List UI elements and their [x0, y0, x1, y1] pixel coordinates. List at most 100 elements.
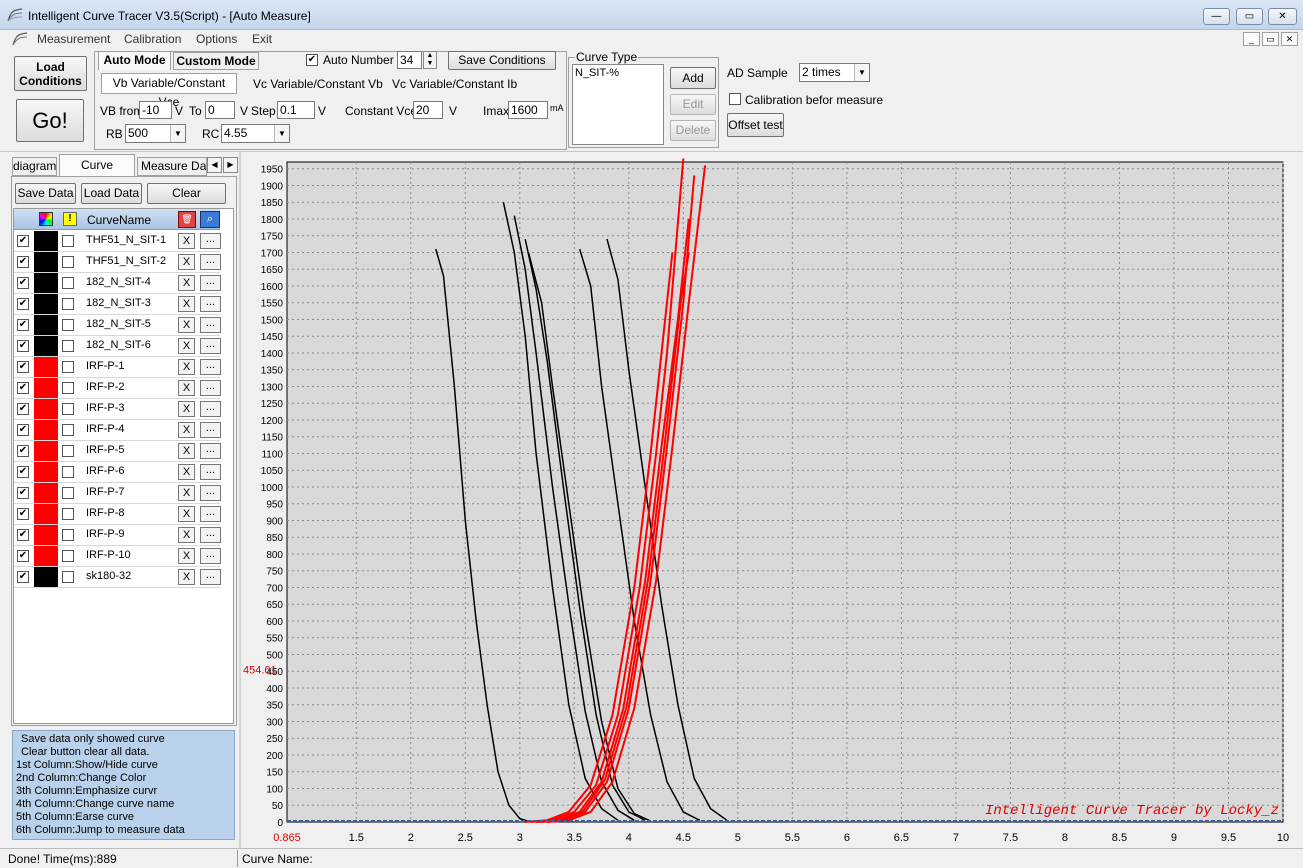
auto-number-input[interactable]: 34 — [397, 51, 422, 69]
add-curve-type-button[interactable]: Add — [670, 67, 716, 89]
curve-name[interactable]: IRF-P-8 — [86, 507, 125, 519]
curve-name[interactable]: IRF-P-7 — [86, 486, 125, 498]
table-row[interactable]: ✔ 182_N_SIT-5 X... — [14, 315, 221, 336]
emphasize-checkbox[interactable] — [62, 466, 74, 478]
tab-vc-variable-ib[interactable]: Vc Variable/Constant Ib — [392, 77, 517, 91]
erase-curve-button[interactable]: X — [178, 506, 195, 522]
show-curve-checkbox[interactable]: ✔ — [17, 487, 29, 499]
jump-to-data-button[interactable]: ... — [200, 317, 221, 333]
imax-input[interactable]: 1600 — [508, 101, 548, 119]
emphasize-checkbox[interactable] — [62, 424, 74, 436]
emphasize-checkbox[interactable] — [62, 445, 74, 457]
erase-curve-button[interactable]: X — [178, 380, 195, 396]
table-row[interactable]: ✔ IRF-P-1 X... — [14, 357, 221, 378]
jump-to-data-button[interactable]: ... — [200, 506, 221, 522]
menu-exit[interactable]: Exit — [252, 32, 272, 46]
erase-curve-button[interactable]: X — [178, 296, 195, 312]
curve-color-swatch[interactable] — [34, 336, 58, 356]
save-conditions-button[interactable]: Save Conditions — [448, 51, 556, 70]
emphasize-checkbox[interactable] — [62, 571, 74, 583]
close-button[interactable]: ✕ — [1268, 8, 1297, 25]
show-curve-checkbox[interactable]: ✔ — [17, 340, 29, 352]
table-row[interactable]: ✔ IRF-P-5 X... — [14, 441, 221, 462]
curve-type-list[interactable]: N_SIT-% — [572, 64, 664, 145]
jump-to-data-button[interactable]: ... — [200, 485, 221, 501]
show-curve-checkbox[interactable]: ✔ — [17, 361, 29, 373]
curve-name[interactable]: IRF-P-5 — [86, 444, 125, 456]
to-input[interactable]: 0 — [205, 101, 235, 119]
show-curve-checkbox[interactable]: ✔ — [17, 235, 29, 247]
curve-color-swatch[interactable] — [34, 252, 58, 272]
emphasize-checkbox[interactable] — [62, 235, 74, 247]
show-curve-checkbox[interactable]: ✔ — [17, 508, 29, 520]
jump-to-data-button[interactable]: ... — [200, 464, 221, 480]
emphasize-checkbox[interactable] — [62, 256, 74, 268]
jump-to-data-button[interactable]: ... — [200, 443, 221, 459]
show-curve-checkbox[interactable]: ✔ — [17, 403, 29, 415]
tab-vb-variable[interactable]: Vb Variable/Constant Vce — [101, 73, 237, 109]
maximize-button[interactable]: ▭ — [1236, 8, 1263, 25]
auto-number-checkbox[interactable]: ✔ — [306, 54, 318, 66]
curve-color-swatch[interactable] — [34, 294, 58, 314]
tab-diagram[interactable]: diagram — [12, 157, 57, 176]
show-curve-checkbox[interactable]: ✔ — [17, 277, 29, 289]
table-row[interactable]: ✔ THF51_N_SIT-2 X... — [14, 252, 221, 273]
curve-name[interactable]: 182_N_SIT-3 — [86, 297, 151, 309]
erase-curve-button[interactable]: X — [178, 443, 195, 459]
calibration-checkbox[interactable] — [729, 93, 741, 105]
tab-scroll-right-icon[interactable]: ▶ — [223, 157, 238, 173]
curve-color-swatch[interactable] — [34, 567, 58, 587]
curve-name[interactable]: THF51_N_SIT-1 — [86, 234, 166, 246]
edit-curve-type-button[interactable]: Edit — [670, 94, 716, 115]
curve-color-swatch[interactable] — [34, 483, 58, 503]
menu-options[interactable]: Options — [196, 32, 237, 46]
erase-curve-button[interactable]: X — [178, 254, 195, 270]
curve-name[interactable]: 182_N_SIT-6 — [86, 339, 151, 351]
curve-color-swatch[interactable] — [34, 546, 58, 566]
show-curve-checkbox[interactable]: ✔ — [17, 466, 29, 478]
menu-measurement[interactable]: Measurement — [37, 32, 110, 46]
jump-to-data-button[interactable]: ... — [200, 275, 221, 291]
table-row[interactable]: ✔ IRF-P-4 X... — [14, 420, 221, 441]
rc-select[interactable]: 4.55 ▼ — [221, 124, 290, 143]
erase-curve-button[interactable]: X — [178, 275, 195, 291]
erase-curve-button[interactable]: X — [178, 548, 195, 564]
emphasize-checkbox[interactable] — [62, 340, 74, 352]
emphasize-checkbox[interactable] — [62, 529, 74, 541]
curve-color-swatch[interactable] — [34, 399, 58, 419]
table-row[interactable]: ✔ THF51_N_SIT-1 X... — [14, 231, 221, 252]
tab-custom-mode[interactable]: Custom Mode — [173, 52, 259, 70]
show-curve-checkbox[interactable]: ✔ — [17, 424, 29, 436]
curve-color-swatch[interactable] — [34, 462, 58, 482]
go-button[interactable]: Go! — [16, 99, 84, 142]
table-row[interactable]: ✔ 182_N_SIT-4 X... — [14, 273, 221, 294]
delete-curve-type-button[interactable]: Delete — [670, 120, 716, 141]
show-curve-checkbox[interactable]: ✔ — [17, 256, 29, 268]
tab-measure-data[interactable]: Measure Data — [137, 157, 207, 176]
jump-to-data-button[interactable]: ... — [200, 422, 221, 438]
tab-scroll-left-icon[interactable]: ◀ — [207, 157, 222, 173]
table-row[interactable]: ✔ sk180-32 X... — [14, 567, 221, 588]
erase-curve-button[interactable]: X — [178, 359, 195, 375]
constant-vce-input[interactable]: 20 — [413, 101, 443, 119]
erase-curve-button[interactable]: X — [178, 233, 195, 249]
curve-color-swatch[interactable] — [34, 273, 58, 293]
app-menu-icon[interactable] — [12, 32, 28, 46]
emphasize-checkbox[interactable] — [62, 487, 74, 499]
jump-to-data-button[interactable]: ... — [200, 569, 221, 585]
vb-from-input[interactable]: -10 — [139, 101, 172, 119]
curve-color-swatch[interactable] — [34, 231, 58, 251]
show-curve-checkbox[interactable]: ✔ — [17, 298, 29, 310]
save-data-button[interactable]: Save Data — [15, 183, 76, 204]
table-row[interactable]: ✔ IRF-P-10 X... — [14, 546, 221, 567]
table-row[interactable]: ✔ 182_N_SIT-3 X... — [14, 294, 221, 315]
jump-to-data-button[interactable]: ... — [200, 338, 221, 354]
menu-calibration[interactable]: Calibration — [124, 32, 181, 46]
erase-curve-button[interactable]: X — [178, 338, 195, 354]
erase-curve-button[interactable]: X — [178, 569, 195, 585]
table-row[interactable]: ✔ IRF-P-3 X... — [14, 399, 221, 420]
curve-name[interactable]: IRF-P-9 — [86, 528, 125, 540]
erase-curve-button[interactable]: X — [178, 485, 195, 501]
curve-color-swatch[interactable] — [34, 441, 58, 461]
jump-to-data-button[interactable]: ... — [200, 359, 221, 375]
